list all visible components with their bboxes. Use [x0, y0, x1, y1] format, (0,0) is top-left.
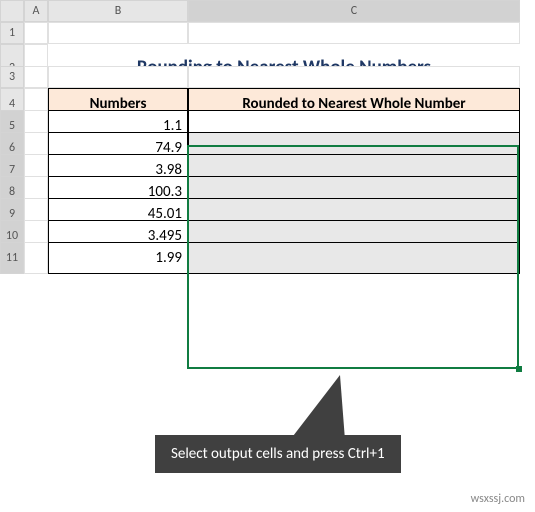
cell-c3[interactable]	[188, 66, 520, 88]
col-header-b[interactable]: B	[48, 0, 188, 22]
col-header-a[interactable]: A	[24, 0, 48, 22]
cell-b3[interactable]	[48, 66, 188, 88]
cell-a11[interactable]	[24, 242, 48, 274]
spreadsheet-grid[interactable]: A B C 1 2 Rounding to Nearest Whole Numb…	[0, 0, 535, 264]
cell-b11[interactable]: 1.99	[48, 242, 188, 274]
cell-c11[interactable]	[188, 242, 520, 274]
cell-a1[interactable]	[24, 22, 48, 44]
tooltip-callout: Select output cells and press Ctrl+1	[155, 435, 401, 473]
col-header-c[interactable]: C	[188, 0, 520, 22]
row-header-11[interactable]: 11	[0, 242, 24, 274]
fill-handle[interactable]	[516, 366, 522, 372]
watermark-text: wsxssj.com	[471, 492, 525, 506]
cell-c1[interactable]	[188, 22, 520, 44]
row-header-1[interactable]: 1	[0, 22, 24, 44]
select-all-corner[interactable]	[0, 0, 24, 22]
callout-arrow-icon	[290, 375, 345, 440]
cell-b1[interactable]	[48, 22, 188, 44]
row-header-3[interactable]: 3	[0, 66, 24, 88]
cell-a3[interactable]	[24, 66, 48, 88]
